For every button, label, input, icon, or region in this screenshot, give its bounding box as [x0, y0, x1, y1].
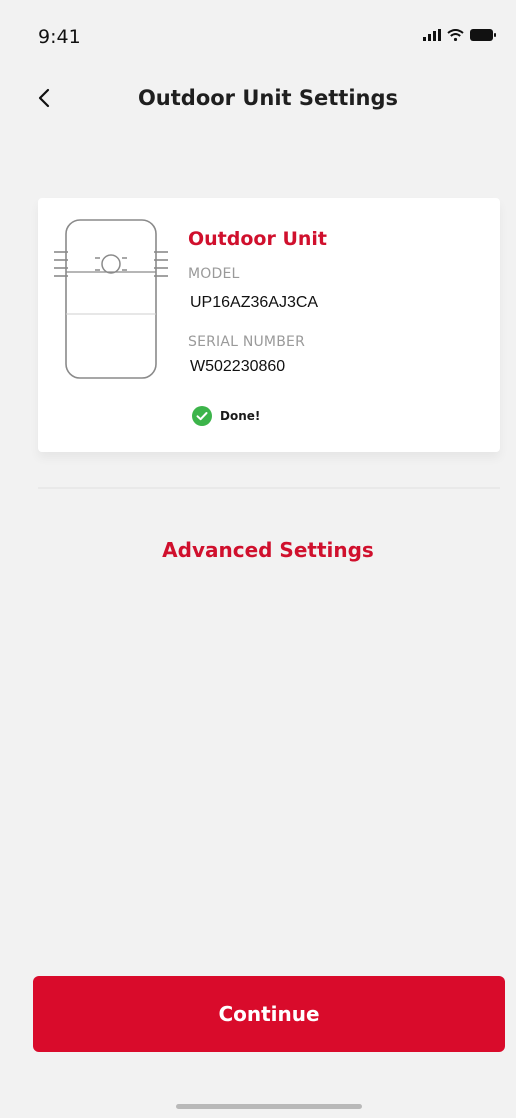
nav-bar: Outdoor Unit Settings [0, 78, 516, 118]
outdoor-unit-icon [54, 219, 168, 379]
check-circle-icon [192, 406, 212, 426]
advanced-settings-link[interactable]: Advanced Settings [0, 538, 516, 562]
unit-name: Outdoor Unit [188, 228, 328, 250]
model-label: MODEL [188, 266, 240, 282]
status-text: Done! [220, 409, 261, 423]
device-card: Outdoor Unit MODEL UP16AZ36AJ3CA SERIAL … [38, 198, 500, 452]
divider [38, 487, 500, 489]
continue-button[interactable]: Continue [33, 976, 505, 1052]
model-value: UP16AZ36AJ3CA [190, 294, 319, 311]
serial-number-label: SERIAL NUMBER [188, 334, 305, 350]
wifi-icon [447, 29, 464, 41]
status-badge: Done! [192, 406, 260, 426]
status-bar: 9:41 [0, 0, 516, 80]
status-time: 9:41 [38, 26, 81, 48]
serial-number-value: W502230860 [190, 358, 286, 375]
page-title: Outdoor Unit Settings [137, 86, 399, 110]
battery-icon [470, 29, 496, 41]
home-indicator [176, 1104, 362, 1109]
status-icons [423, 29, 496, 41]
cellular-signal-icon [423, 29, 441, 41]
